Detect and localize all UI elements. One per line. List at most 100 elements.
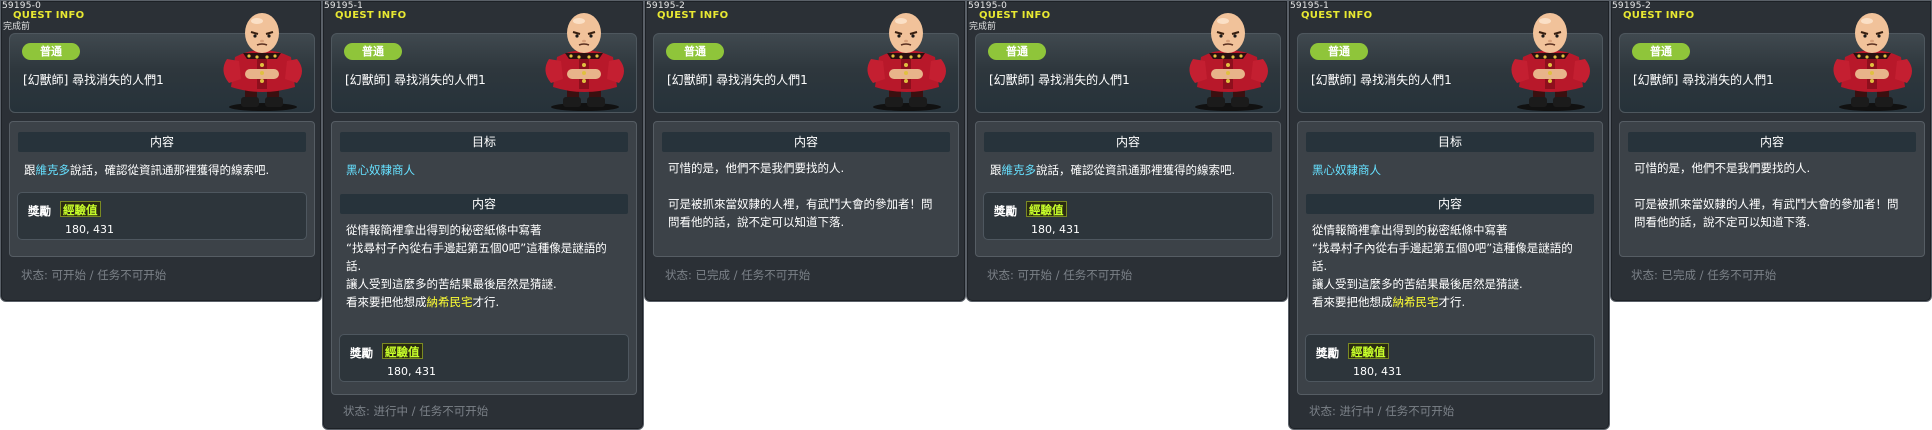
text-segment: 可是被抓來當奴隸的人裡，有武鬥大會的參加者！問 [668,197,933,211]
text-segment: 才行. [1438,295,1466,309]
quest-info-heading: QUEST INFO [657,10,729,21]
quest-header: 59195-2 QUEST INFO 普通 [幻獸師] 尋找消失的人們1 [1611,1,1931,115]
text-line: “找尋村子內從右手邊起第五個0吧”這種像是謎語的 [1312,239,1588,257]
exp-reward-value: 180, 431 [1353,365,1402,378]
quest-type-badge: 普通 [1310,43,1368,60]
exp-reward-tag: 經驗值 [60,201,101,217]
location-highlight[interactable]: 納希民宅 [1393,295,1439,309]
text-segment: 從情報簡裡拿出得到的秘密紙條中寫著 [1312,223,1508,237]
quest-header: 59195-0 QUEST INFO 完成前 普通 [幻獸師] 尋找消失的人們1 [967,1,1287,115]
text-segment: 才行. [472,295,500,309]
text-segment: 問看他的話，說不定可以知道下落. [1634,215,1811,229]
quest-body: 内容跟維克多說話，確認從資訊通那裡獲得的線索吧. 獎勵 經驗值 180, 431 [9,121,315,257]
section-header: 目标 [1306,132,1594,152]
text-segment: “找尋村子內從右手邊起第五個0吧”這種像是謎語的 [346,241,607,255]
text-segment: 讓人受到這麼多的苦結果最後居然是猜謎. [346,277,557,291]
location-highlight[interactable]: 納希民宅 [427,295,473,309]
text-segment: 看來要把他想成 [346,295,427,309]
quest-info-heading: QUEST INFO [335,10,407,21]
exp-reward-value: 180, 431 [65,223,114,236]
quest-info-heading: QUEST INFO [13,10,85,21]
exp-reward-value: 180, 431 [387,365,436,378]
text-segment: 跟 [990,163,1002,177]
text-line: 從情報簡裡拿出得到的秘密紙條中寫著 [346,221,622,239]
reward-label: 獎勵 [994,204,1017,218]
text-segment: 說話，確認從資訊通那裡獲得的線索吧. [1036,163,1236,177]
quest-info-heading: QUEST INFO [979,10,1051,21]
text-segment: 可惜的是，他們不是我們要找的人. [1634,161,1811,175]
exp-reward-value: 180, 431 [1031,223,1080,236]
quest-title: [幻獸師] 尋找消失的人們1 [23,73,164,87]
section-text: 黑心奴隸商人 [1298,152,1602,184]
text-line: 讓人受到這麼多的苦結果最後居然是猜謎. [1312,275,1588,293]
exp-reward-tag: 經驗值 [1026,201,1067,217]
text-line: 問看他的話，說不定可以知道下落. [668,213,944,231]
quest-info-panel: 59195-2 QUEST INFO 普通 [幻獸師] 尋找消失的人們1 内容可… [1610,0,1932,302]
text-line: 可是被抓來當奴隸的人裡，有武鬥大會的參加者！問 [668,195,944,213]
quest-info-panel: 59195-1 QUEST INFO 普通 [幻獸師] 尋找消失的人們1 目标黑… [322,0,644,430]
quest-title: [幻獸師] 尋找消失的人們1 [345,73,486,87]
quest-state-label: 完成前 [969,22,997,32]
section-header: 内容 [1306,194,1594,214]
reward-box: 獎勵 經驗值 180, 431 [17,192,307,240]
text-line: 可惜的是，他們不是我們要找的人. [1634,159,1910,177]
npc-name-link[interactable]: 黑心奴隸商人 [346,163,415,177]
quest-state-label: 完成前 [3,22,31,32]
text-segment: 說話，確認從資訊通那裡獲得的線索吧. [70,163,270,177]
quest-title: [幻獸師] 尋找消失的人們1 [1311,73,1452,87]
text-line: 讓人受到這麼多的苦結果最後居然是猜謎. [346,275,622,293]
text-line: 看來要把他想成納希民宅才行. [1312,293,1588,311]
quest-type-badge: 普通 [666,43,724,60]
text-line [668,177,944,195]
quest-header: 59195-1 QUEST INFO 普通 [幻獸師] 尋找消失的人們1 [323,1,643,115]
quest-info-heading: QUEST INFO [1623,10,1695,21]
reward-box: 獎勵 經驗值 180, 431 [1305,334,1595,382]
section-header: 内容 [18,132,306,152]
quest-title: [幻獸師] 尋找消失的人們1 [667,73,808,87]
section-text: 黑心奴隸商人 [332,152,636,184]
section-header: 内容 [984,132,1272,152]
section-text: 跟維克多說話，確認從資訊通那裡獲得的線索吧. [10,152,314,184]
quest-status: 状态: 进行中 / 任务不可开始 [343,404,489,418]
quest-body: 内容 可惜的是，他們不是我們要找的人. 可是被抓來當奴隸的人裡，有武鬥大會的參加者… [1619,121,1925,257]
section-text: 跟維克多說話，確認從資訊通那裡獲得的線索吧. [976,152,1280,184]
section-text: 從情報簡裡拿出得到的秘密紙條中寫著 “找尋村子內從右手邊起第五個0吧”這種像是謎語… [1298,214,1602,311]
quest-npc-portrait [223,13,302,111]
section-text: 可惜的是，他們不是我們要找的人. 可是被抓來當奴隸的人裡，有武鬥大會的參加者！問… [654,152,958,231]
quest-header: 59195-0 QUEST INFO 完成前 普通 [幻獸師] 尋找消失的人們1 [1,1,321,115]
text-segment: 可惜的是，他們不是我們要找的人. [668,161,845,175]
text-line: 跟維克多說話，確認從資訊通那裡獲得的線索吧. [24,161,300,179]
npc-name-link[interactable]: 黑心奴隸商人 [1312,163,1381,177]
quest-body: 目标黑心奴隸商人内容從情報簡裡拿出得到的秘密紙條中寫著 “找尋村子內從右手邊起第五… [1297,121,1603,395]
quest-type-badge: 普通 [344,43,402,60]
reward-box: 獎勵 經驗值 180, 431 [983,192,1273,240]
text-segment: 讓人受到這麼多的苦結果最後居然是猜謎. [1312,277,1523,291]
quest-npc-portrait [1833,13,1912,111]
text-segment: 從情報簡裡拿出得到的秘密紙條中寫著 [346,223,542,237]
exp-reward-tag: 經驗值 [382,343,423,359]
quest-body: 内容 可惜的是，他們不是我們要找的人. 可是被抓來當奴隸的人裡，有武鬥大會的參加者… [653,121,959,257]
quest-npc-portrait [867,13,946,111]
reward-box: 獎勵 經驗值 180, 431 [339,334,629,382]
quest-npc-portrait [1511,13,1590,111]
quest-type-badge: 普通 [22,43,80,60]
reward-label: 獎勵 [1316,346,1339,360]
npc-name-link[interactable]: 維克多 [36,163,71,177]
section-header: 目标 [340,132,628,152]
quest-npc-portrait [1189,13,1268,111]
text-line: 問看他的話，說不定可以知道下落. [1634,213,1910,231]
section-text: 可惜的是，他們不是我們要找的人. 可是被抓來當奴隸的人裡，有武鬥大會的參加者！問… [1620,152,1924,231]
quest-body: 内容 跟維克多說話，確認從資訊通那裡獲得的線索吧. 獎勵 經驗值 180, 431 [975,121,1281,257]
npc-name-link[interactable]: 維克多 [1002,163,1037,177]
text-segment: 看來要把他想成 [1312,295,1393,309]
quest-info-heading: QUEST INFO [1301,10,1373,21]
exp-reward-tag: 經驗值 [1348,343,1389,359]
text-line: 可惜的是，他們不是我們要找的人. [668,159,944,177]
quest-status: 状态: 已完成 / 任务不可开始 [665,268,811,282]
quest-status: 状态: 进行中 / 任务不可开始 [1309,404,1455,418]
text-line: “找尋村子內從右手邊起第五個0吧”這種像是謎語的 [346,239,622,257]
quest-header: 59195-2 QUEST INFO 普通 [幻獸師] 尋找消失的人們1 [645,1,965,115]
text-line: 從情報簡裡拿出得到的秘密紙條中寫著 [1312,221,1588,239]
quest-status: 状态: 可开始 / 任务不可开始 [21,268,167,282]
quest-info-panel: 59195-2 QUEST INFO 普通 [幻獸師] 尋找消失的人們1 内容可… [644,0,966,302]
